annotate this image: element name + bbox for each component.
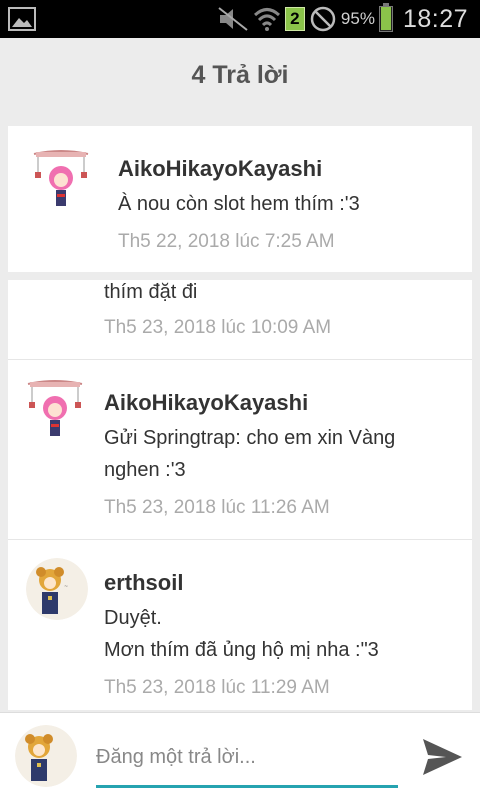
comment-item[interactable]: AikoHikayoKayashi À nou còn slot hem thí… [8,126,472,272]
comment-item[interactable]: thím đặt đi Th5 23, 2018 lúc 10:09 AM [8,280,472,360]
gallery-icon [8,7,36,31]
comment-timestamp: Th5 23, 2018 lúc 11:26 AM [104,497,330,518]
battery-percent: 95% [340,9,375,28]
comment-timestamp: Th5 23, 2018 lúc 11:29 AM [104,677,330,698]
avatar[interactable] [24,378,86,440]
comment-text-line: Gửi Springtrap: cho em xin Vàng [104,427,396,449]
notification-badge: 2 [284,7,305,31]
wifi-icon [253,6,281,32]
comment-author[interactable]: AikoHikayoKayashi [118,156,322,182]
clock: 18:27 [402,4,468,33]
comment-text-line: Duyệt. [104,607,162,629]
send-icon[interactable] [420,735,464,779]
svg-text:~: ~ [64,584,68,590]
header: 4 Trả lời [0,38,480,112]
page-title: 4 Trả lời [191,60,289,89]
avatar[interactable] [30,148,92,210]
input-underline [96,785,398,788]
reply-input[interactable] [96,737,398,777]
comment-timestamp: Th5 22, 2018 lúc 7:25 AM [118,231,335,252]
comment-text: thím đặt đi [104,281,198,303]
comment-text-line: nghen :'3 [104,459,186,481]
comment-card: AikoHikayoKayashi À nou còn slot hem thí… [8,126,472,272]
no-signal-icon [309,5,337,33]
comment-text-line: Mơn thím đã ủng hộ mị nha :"3 [104,639,379,661]
comment-timestamp: Th5 23, 2018 lúc 10:09 AM [104,317,332,338]
comment-author[interactable]: erthsoil [104,570,183,596]
comment-author[interactable]: AikoHikayoKayashi [104,390,308,416]
mute-icon [217,6,249,32]
comment-item[interactable]: AikoHikayoKayashi Gửi Springtrap: cho em… [8,360,472,540]
status-bar: 2 95% 18:27 [0,0,480,38]
comment-text: À nou còn slot hem thím :'3 [118,193,360,215]
reply-composer [0,712,480,800]
user-avatar[interactable] [15,725,77,787]
battery-icon [378,3,393,32]
comment-item[interactable]: ~ erthsoil Duyệt. Mơn thím đã ủng hộ mị … [8,540,472,710]
replies-card: thím đặt đi Th5 23, 2018 lúc 10:09 AM Ai… [8,280,472,710]
avatar[interactable]: ~ [26,558,88,620]
